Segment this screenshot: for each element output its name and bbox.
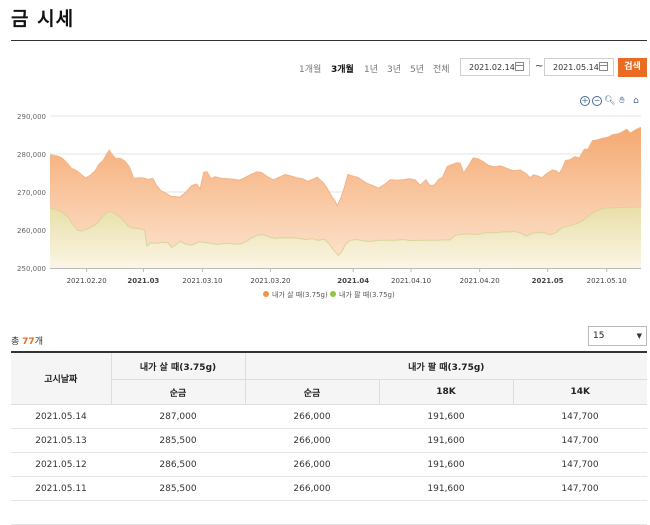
- total-count: 총 77개: [11, 334, 43, 347]
- date-range-separator: ~: [535, 61, 544, 72]
- header-buy-pure: 순금: [110, 379, 245, 405]
- buy-pure-cell: [111, 500, 245, 525]
- period-tab[interactable]: 3년: [387, 62, 401, 75]
- header-buy-group: 내가 살 때(3.75g): [110, 352, 245, 380]
- legend-label: 내가 팔 때(3.75g): [339, 290, 395, 299]
- date-cell: 2021.05.11: [11, 476, 111, 501]
- date-cell: 2021.05.13: [11, 428, 111, 453]
- sell-18k-cell: 191,600: [379, 404, 513, 429]
- x-tick-label: 2021.03: [127, 277, 159, 285]
- period-tab[interactable]: 3개월: [331, 62, 354, 75]
- date-cell: [11, 500, 111, 525]
- buy-pure-cell: 287,000: [111, 404, 245, 429]
- header-sell-group: 내가 팔 때(3.75g): [244, 352, 648, 380]
- table-row: 2021.05.14 287,000 266,000 191,600 147,700: [11, 404, 648, 429]
- sell-pure-cell: 266,000: [245, 452, 379, 477]
- count-number: 77: [22, 337, 35, 347]
- sell-pure-cell: 266,000: [245, 404, 379, 429]
- y-tick-label: 280,000: [17, 151, 46, 159]
- sell-14k-cell: 147,700: [513, 404, 648, 429]
- end-date-input[interactable]: 2021.05.14: [544, 58, 614, 76]
- buy-pure-cell: 285,500: [111, 476, 245, 501]
- sell-18k-cell: 191,600: [379, 452, 513, 477]
- sell-pure-cell: [245, 500, 379, 525]
- y-tick-label: 290,000: [17, 113, 46, 121]
- y-tick-label: 250,000: [17, 265, 46, 273]
- period-tab[interactable]: 1년: [364, 62, 378, 75]
- sell-18k-cell: [379, 500, 513, 525]
- x-tick-label: 2021.04.20: [460, 277, 500, 285]
- buy-pure-cell: 285,500: [111, 428, 245, 453]
- sell-14k-cell: 147,700: [513, 476, 648, 501]
- count-prefix: 총: [11, 337, 23, 347]
- date-cell: 2021.05.14: [11, 404, 111, 429]
- x-tick-label: 2021.04: [337, 277, 369, 285]
- page-size-select[interactable]: 15 ▼: [588, 326, 647, 346]
- price-chart: 250,000 260,000 270,000 280,000 290,000 2021…: [17, 113, 642, 299]
- period-tab[interactable]: 5년: [410, 62, 424, 75]
- header-sell-18k: 18K: [378, 379, 513, 405]
- sell-pure-cell: 266,000: [245, 476, 379, 501]
- start-date-input[interactable]: 2021.02.14: [460, 58, 530, 76]
- hand-icon[interactable]: ✋︎: [617, 96, 627, 106]
- sell-14k-cell: 147,700: [513, 452, 648, 477]
- x-tick-label: 2021.02.20: [67, 277, 107, 285]
- table-row: 2021.05.11 285,500 266,000 191,600 147,700: [11, 476, 648, 501]
- x-tick-label: 2021.05.10: [587, 277, 627, 285]
- table-row: 2021.05.13 285,500 266,000 191,600 147,700: [11, 428, 648, 453]
- sell-18k-cell: 191,600: [379, 428, 513, 453]
- header-date: 고시날짜: [11, 352, 111, 405]
- sell-14k-cell: [513, 500, 648, 525]
- legend-marker: [330, 291, 336, 297]
- start-date-value: 2021.02.14: [469, 63, 515, 72]
- zoom-in-icon[interactable]: +: [580, 96, 590, 106]
- page-title: 금 시세: [11, 8, 75, 30]
- x-tick-label: 2021.03.10: [182, 277, 222, 285]
- period-tab[interactable]: 전체: [433, 62, 450, 75]
- header-sell-14k: 14K: [512, 379, 648, 405]
- home-icon[interactable]: ⌂: [631, 96, 641, 106]
- magnifier-icon[interactable]: 🔍︎: [604, 96, 615, 106]
- calendar-icon[interactable]: [599, 62, 608, 71]
- legend-marker: [263, 291, 269, 297]
- calendar-icon[interactable]: [515, 62, 524, 71]
- search-button[interactable]: 검색: [618, 58, 647, 77]
- table-row: [11, 500, 648, 525]
- period-tab[interactable]: 1개월: [299, 62, 321, 75]
- end-date-value: 2021.05.14: [553, 63, 599, 72]
- title-divider: [11, 40, 647, 41]
- legend-label: 내가 살 때(3.75g): [272, 290, 328, 299]
- table-row: 2021.05.12 286,500 266,000 191,600 147,700: [11, 452, 648, 477]
- x-tick-label: 2021.03.20: [250, 277, 290, 285]
- header-sell-pure: 순금: [244, 379, 379, 405]
- x-tick-label: 2021.05: [532, 277, 564, 285]
- page-size-value: 15: [593, 331, 605, 341]
- chevron-down-icon: ▼: [636, 332, 642, 340]
- sell-18k-cell: 191,600: [379, 476, 513, 501]
- x-tick-label: 2021.04.10: [391, 277, 431, 285]
- date-cell: 2021.05.12: [11, 452, 111, 477]
- count-suffix: 개: [34, 337, 43, 347]
- y-tick-label: 270,000: [17, 189, 46, 197]
- sell-pure-cell: 266,000: [245, 428, 379, 453]
- buy-pure-cell: 286,500: [111, 452, 245, 477]
- zoom-out-icon[interactable]: −: [592, 96, 602, 106]
- sell-14k-cell: 147,700: [513, 428, 648, 453]
- y-tick-label: 260,000: [17, 227, 46, 235]
